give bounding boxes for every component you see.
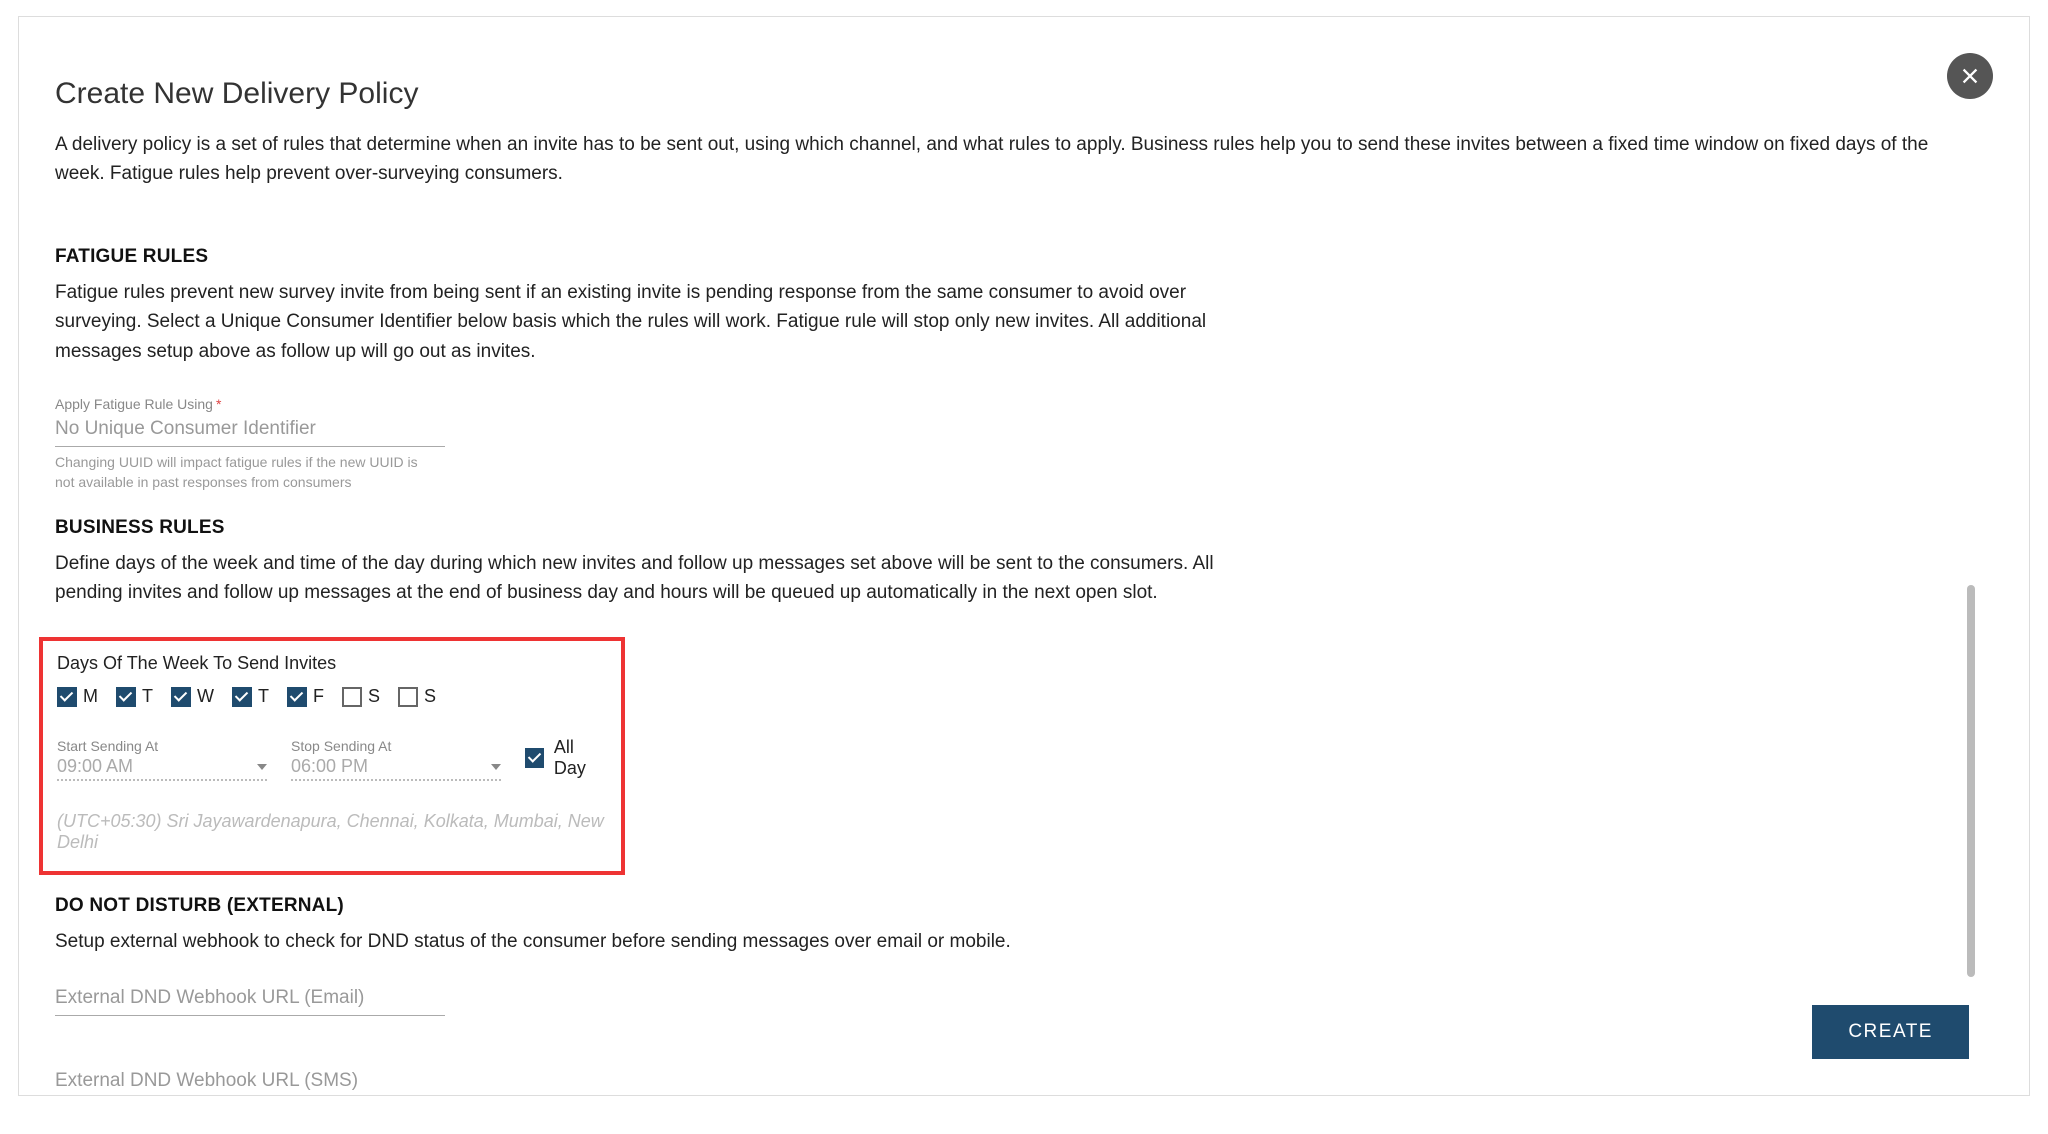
day-checkbox-label-1: T — [142, 686, 153, 707]
fatigue-helper-text: Changing UUID will impact fatigue rules … — [55, 453, 435, 492]
dnd-heading: DO NOT DISTURB (EXTERNAL) — [55, 895, 1993, 917]
required-star: * — [216, 396, 221, 412]
fatigue-rules-description: Fatigue rules prevent new survey invite … — [55, 278, 1255, 366]
day-checkbox-label-2: W — [197, 686, 214, 707]
business-rules-description: Define days of the week and time of the … — [55, 549, 1255, 608]
close-icon — [1959, 65, 1981, 87]
page-description: A delivery policy is a set of rules that… — [55, 131, 1935, 188]
chevron-down-icon — [491, 764, 501, 770]
day-checkbox-box-3[interactable] — [232, 687, 252, 707]
day-checkbox-label-6: S — [424, 686, 436, 707]
create-button[interactable]: CREATE — [1812, 1005, 1969, 1059]
day-checkbox-6: S — [398, 686, 436, 707]
unique-consumer-identifier-select[interactable] — [55, 414, 445, 447]
day-checkbox-label-4: F — [313, 686, 324, 707]
dnd-description: Setup external webhook to check for DND … — [55, 927, 1255, 956]
stop-sending-value: 06:00 PM — [291, 756, 368, 777]
timezone-text: (UTC+05:30) Sri Jayawardenapura, Chennai… — [57, 811, 607, 853]
day-checkbox-box-0[interactable] — [57, 687, 77, 707]
start-sending-select[interactable]: 09:00 AM — [57, 756, 267, 781]
business-rules-heading: BUSINESS RULES — [55, 517, 1993, 539]
day-checkbox-4: F — [287, 686, 324, 707]
day-checkbox-box-1[interactable] — [116, 687, 136, 707]
page-title: Create New Delivery Policy — [55, 77, 1993, 111]
start-sending-value: 09:00 AM — [57, 756, 133, 777]
day-checkbox-label-0: M — [83, 686, 98, 707]
fatigue-rules-heading: FATIGUE RULES — [55, 246, 1993, 268]
fatigue-field-label: Apply Fatigue Rule Using* — [55, 396, 1993, 412]
all-day-label: All Day — [554, 737, 607, 779]
day-checkbox-5: S — [342, 686, 380, 707]
scrollbar[interactable] — [1967, 585, 1975, 977]
day-checkbox-box-6[interactable] — [398, 687, 418, 707]
day-checkbox-box-2[interactable] — [171, 687, 191, 707]
time-range-row: Start Sending At 09:00 AM Stop Sending A… — [57, 737, 607, 781]
day-checkbox-1: T — [116, 686, 153, 707]
dnd-webhook-email-input[interactable] — [55, 981, 445, 1016]
close-button[interactable] — [1947, 53, 1993, 99]
stop-sending-label: Stop Sending At — [291, 738, 501, 754]
start-sending-label: Start Sending At — [57, 738, 267, 754]
days-time-highlight: Days Of The Week To Send Invites M T W T F S S… — [39, 637, 625, 875]
day-checkbox-box-5[interactable] — [342, 687, 362, 707]
footer: CREATE — [1812, 1005, 1969, 1059]
days-of-week-label: Days Of The Week To Send Invites — [57, 653, 607, 674]
dnd-webhook-sms-input[interactable] — [55, 1064, 445, 1096]
day-checkbox-label-5: S — [368, 686, 380, 707]
day-checkbox-box-4[interactable] — [287, 687, 307, 707]
all-day-checkbox[interactable] — [525, 748, 544, 768]
dialog-panel: Create New Delivery Policy A delivery po… — [18, 16, 2030, 1096]
day-checkbox-0: M — [57, 686, 98, 707]
day-checkbox-label-3: T — [258, 686, 269, 707]
stop-sending-select[interactable]: 06:00 PM — [291, 756, 501, 781]
day-checkbox-2: W — [171, 686, 214, 707]
days-of-week-row: MTWTFSS — [57, 686, 607, 707]
day-checkbox-3: T — [232, 686, 269, 707]
chevron-down-icon — [257, 764, 267, 770]
